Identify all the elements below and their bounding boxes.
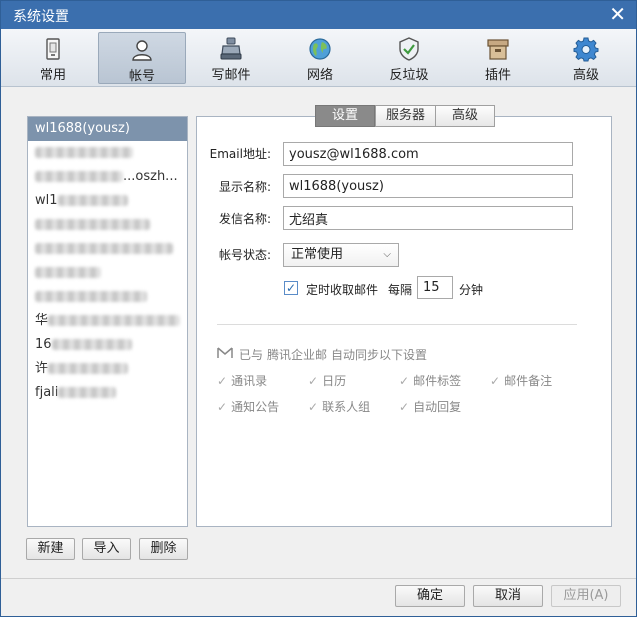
account-icon xyxy=(132,40,152,61)
redacted-text xyxy=(57,195,128,206)
cancel-button[interactable]: 取消 xyxy=(473,585,543,607)
tab-advanced[interactable]: 高级 xyxy=(435,105,495,127)
apply-button[interactable]: 应用(A) xyxy=(551,585,621,607)
sender-name-field[interactable] xyxy=(283,206,573,230)
redacted-text xyxy=(58,387,117,398)
title-bar: 系统设置 ✕ xyxy=(1,1,636,29)
list-item[interactable] xyxy=(28,141,187,165)
close-icon[interactable]: ✕ xyxy=(609,3,626,25)
sync-item: ✓ 通讯录 xyxy=(217,374,268,388)
toolbar-label-general: 常用 xyxy=(39,68,66,83)
redacted-text xyxy=(48,363,129,374)
redacted-text xyxy=(35,267,101,278)
divider xyxy=(217,324,577,325)
account-list[interactable]: wl1688(yousz) ...oszh... wl1 华 16 许 fjal… xyxy=(27,116,188,527)
sync-service-link[interactable]: 腾讯企业邮 xyxy=(267,346,327,363)
interval-every-label: 每隔 xyxy=(388,283,413,297)
delete-account-button[interactable]: 删除 xyxy=(139,538,188,560)
account-status-label: 帐号状态: xyxy=(218,248,271,262)
sync-suffix: 自动同步以下设置 xyxy=(331,348,428,362)
advanced-gear-icon xyxy=(573,37,599,62)
compose-icon xyxy=(220,37,242,60)
list-item[interactable]: ...oszh... xyxy=(28,165,187,189)
chevron-down-icon: ⌵ xyxy=(383,249,391,260)
check-icon: ✓ xyxy=(399,400,410,414)
list-item[interactable]: fjali xyxy=(28,381,187,405)
redacted-text xyxy=(48,315,181,326)
plugin-icon xyxy=(487,39,509,60)
network-icon xyxy=(309,38,331,60)
toolbar-item-advanced[interactable]: 高级 xyxy=(542,32,630,84)
sync-item: ✓ 联系人组 xyxy=(308,400,371,414)
exmail-logo-icon xyxy=(217,347,233,358)
check-icon: ✓ xyxy=(308,400,319,414)
redacted-text xyxy=(35,291,147,302)
antispam-icon xyxy=(399,37,419,61)
toolbar-item-general[interactable]: 常用 xyxy=(9,32,97,84)
toolbar-label-compose: 写邮件 xyxy=(211,68,251,83)
toolbar-item-plugin[interactable]: 插件 xyxy=(454,32,542,84)
toolbar-label-account: 帐号 xyxy=(128,69,155,84)
list-item[interactable] xyxy=(28,237,187,261)
toolbar-label-network: 网络 xyxy=(306,68,333,83)
settings-toolbar: 常用 帐号 写邮件 网络 反垃圾 插件 高级 xyxy=(1,29,636,87)
new-account-button[interactable]: 新建 xyxy=(26,538,75,560)
check-icon: ✓ xyxy=(399,374,410,388)
list-item[interactable]: 许 xyxy=(28,357,187,381)
general-icon xyxy=(46,38,60,60)
account-status-select[interactable]: 正常使用 ⌵ xyxy=(283,243,399,267)
settings-window: 系统设置 ✕ 常用 帐号 写邮件 网络 反垃圾 插件 高级 wl1688(you… xyxy=(0,0,637,617)
sync-item: ✓ 日历 xyxy=(308,374,347,388)
toolbar-label-plugin: 插件 xyxy=(484,68,511,83)
interval-minutes-label: 分钟 xyxy=(459,283,484,297)
check-icon: ✓ xyxy=(308,374,319,388)
check-icon: ✓ xyxy=(490,374,501,388)
display-name-label: 显示名称: xyxy=(218,180,271,194)
email-field[interactable] xyxy=(283,142,573,166)
list-item[interactable] xyxy=(28,285,187,309)
list-item[interactable]: wl1688(yousz) xyxy=(28,117,187,141)
timer-fetch-checkbox[interactable]: ✓ xyxy=(284,281,298,295)
sync-prefix: 已与 xyxy=(239,348,264,362)
toolbar-label-antispam: 反垃圾 xyxy=(389,68,429,83)
check-icon: ✓ xyxy=(217,400,228,414)
ok-button[interactable]: 确定 xyxy=(395,585,465,607)
sender-name-label: 发信名称: xyxy=(218,212,271,226)
toolbar-item-antispam[interactable]: 反垃圾 xyxy=(365,32,453,84)
sync-item: ✓ 自动回复 xyxy=(399,400,462,414)
toolbar-item-compose[interactable]: 写邮件 xyxy=(187,32,275,84)
tab-settings[interactable]: 设置 xyxy=(315,105,375,127)
check-icon: ✓ xyxy=(217,374,228,388)
timer-fetch-label: 定时收取邮件 xyxy=(306,283,379,297)
list-item[interactable]: wl1 xyxy=(28,189,187,213)
display-name-field[interactable] xyxy=(283,174,573,198)
window-title: 系统设置 xyxy=(13,9,69,25)
redacted-text xyxy=(35,243,173,254)
tab-server[interactable]: 服务器 xyxy=(375,105,436,127)
toolbar-item-network[interactable]: 网络 xyxy=(276,32,364,84)
sync-item: ✓ 邮件备注 xyxy=(490,374,553,388)
list-item[interactable] xyxy=(28,213,187,237)
redacted-text xyxy=(35,219,150,230)
import-account-button[interactable]: 导入 xyxy=(82,538,131,560)
list-item[interactable] xyxy=(28,261,187,285)
toolbar-label-advanced: 高级 xyxy=(572,68,599,83)
redacted-text xyxy=(35,147,133,158)
sync-item: ✓ 邮件标签 xyxy=(399,374,462,388)
list-item[interactable]: 华 xyxy=(28,309,187,333)
redacted-text xyxy=(51,339,132,350)
sync-item: ✓ 通知公告 xyxy=(217,400,280,414)
email-label: Email地址: xyxy=(209,147,271,161)
toolbar-item-account[interactable]: 帐号 xyxy=(98,32,186,84)
redacted-text xyxy=(35,171,123,182)
list-item[interactable]: 16 xyxy=(28,333,187,357)
interval-field[interactable] xyxy=(417,276,453,299)
